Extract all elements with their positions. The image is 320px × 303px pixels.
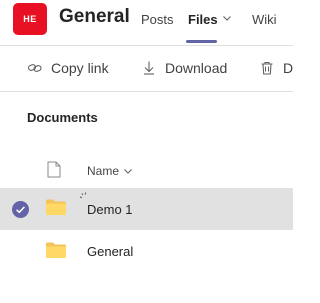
tab-posts[interactable]: Posts xyxy=(141,12,174,27)
tab-wiki[interactable]: Wiki xyxy=(252,12,277,27)
header-divider xyxy=(0,45,293,46)
tab-files[interactable]: Files xyxy=(188,12,232,27)
trash-icon xyxy=(261,61,273,75)
toolbar-divider xyxy=(0,91,293,92)
name-column-header[interactable]: Name xyxy=(87,164,133,178)
row-name[interactable]: Demo 1 xyxy=(87,202,133,217)
chevron-down-icon xyxy=(124,169,132,174)
delete-button[interactable]: D xyxy=(259,60,293,76)
copy-link-label: Copy link xyxy=(51,60,109,76)
checkmark-circle-icon[interactable] xyxy=(12,201,29,218)
download-label: Download xyxy=(165,60,228,76)
folder-icon xyxy=(46,199,66,215)
delete-label: D xyxy=(283,60,293,76)
command-bar: Copy link Download D xyxy=(0,48,293,90)
row-name[interactable]: General xyxy=(87,244,133,259)
channel-header: HE General Posts Files Wiki xyxy=(0,0,293,44)
files-view: HE General Posts Files Wiki Copy link Do… xyxy=(0,0,293,303)
table-row[interactable]: General xyxy=(0,231,293,273)
download-button[interactable]: Download xyxy=(141,60,227,76)
link-icon xyxy=(28,64,42,72)
table-row[interactable]: Demo 1 xyxy=(0,188,293,230)
name-column-label: Name xyxy=(87,164,120,178)
tab-wiki-label: Wiki xyxy=(252,12,277,27)
folder-icon xyxy=(46,242,66,258)
column-header-row: Name xyxy=(0,155,293,185)
tab-files-label: Files xyxy=(188,12,218,27)
active-tab-indicator xyxy=(186,40,217,43)
channel-title: General xyxy=(59,6,130,27)
chevron-down-icon xyxy=(222,16,231,21)
copy-link-button[interactable]: Copy link xyxy=(27,60,109,76)
team-avatar[interactable]: HE xyxy=(13,3,47,35)
tab-posts-label: Posts xyxy=(141,12,174,27)
download-icon xyxy=(144,61,154,75)
document-icon[interactable] xyxy=(47,161,61,178)
documents-title: Documents xyxy=(27,110,98,125)
